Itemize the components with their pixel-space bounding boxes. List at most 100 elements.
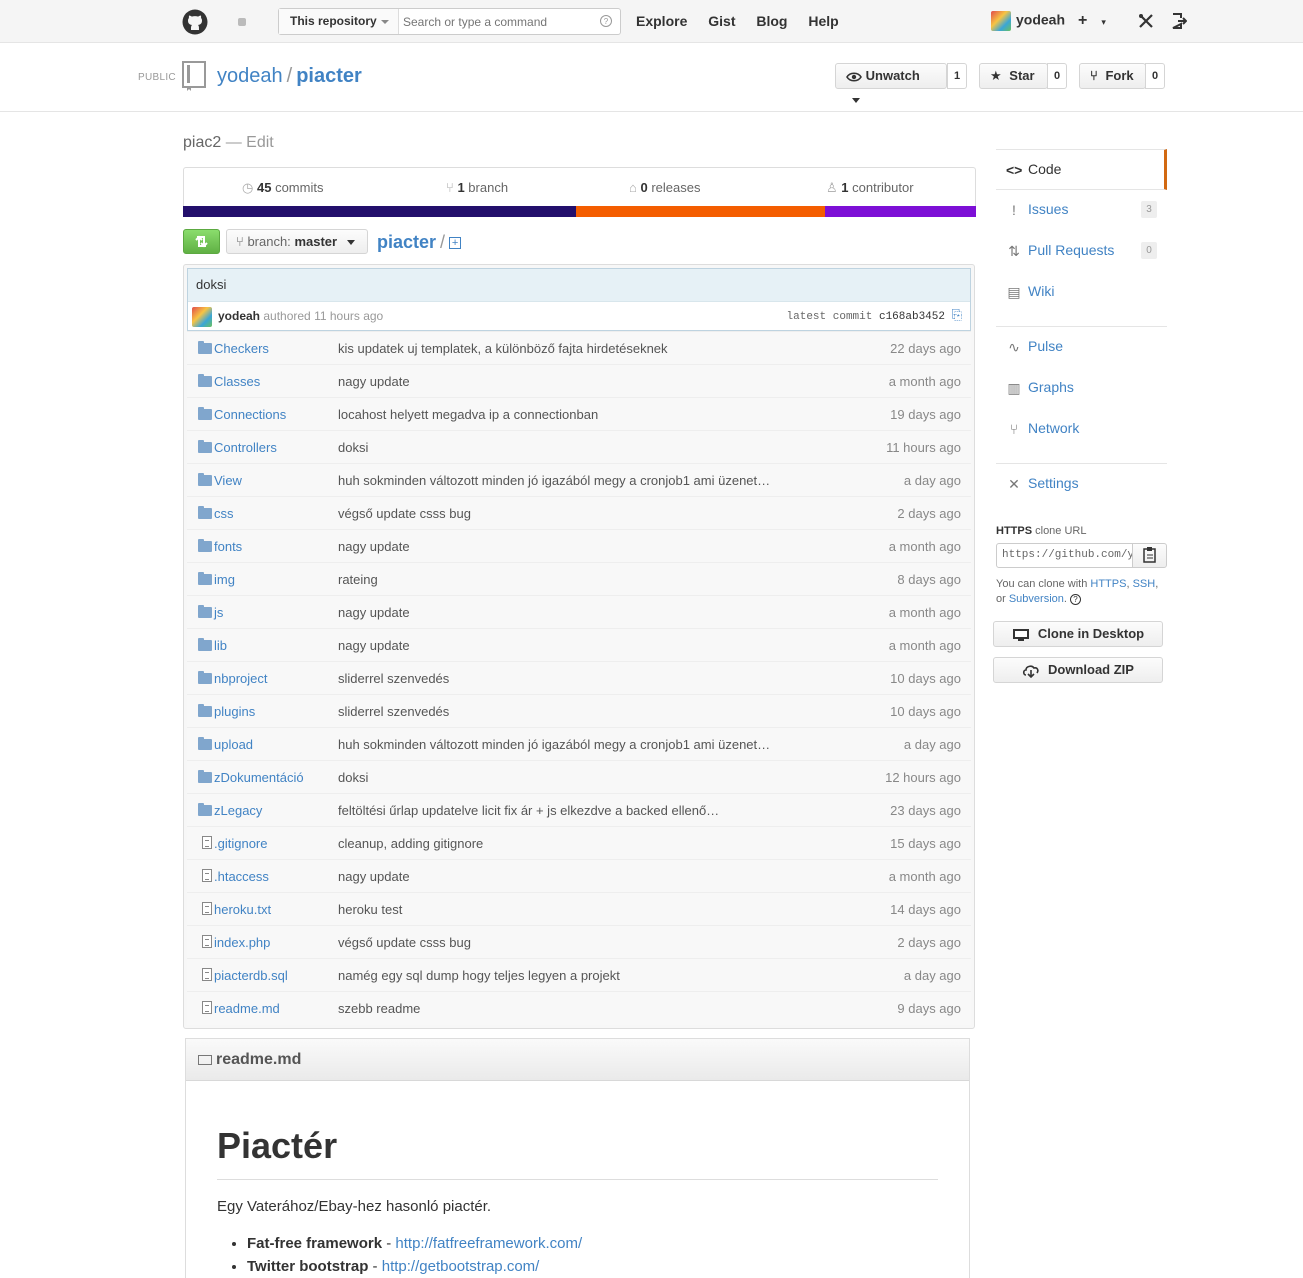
notification-icon[interactable] xyxy=(238,18,246,26)
file-commit-message[interactable]: huh sokminden változott minden jó igazáb… xyxy=(338,727,831,761)
clone-in-desktop-button[interactable]: Clone in Desktop xyxy=(993,621,1163,647)
file-name[interactable]: heroku.txt xyxy=(214,892,338,926)
file-commit-message[interactable]: sliderrel szenvedés xyxy=(338,661,831,695)
file-commit-message[interactable]: nagy update xyxy=(338,859,831,893)
file-commit-message[interactable]: nagy update xyxy=(338,595,831,629)
file-name[interactable]: Checkers xyxy=(214,331,338,365)
commit-message[interactable]: doksi xyxy=(188,269,970,301)
file-commit-message[interactable]: kis updatek uj templatek, a különböző fa… xyxy=(338,331,831,365)
star-button[interactable]: ★ Star xyxy=(979,63,1048,89)
network-icon: ⑂ xyxy=(1009,421,1019,437)
sidebar-item-code[interactable]: <> Code xyxy=(996,149,1167,190)
file-commit-message[interactable]: feltöltési űrlap updatelve licit fix ár … xyxy=(338,793,831,827)
sign-out-icon[interactable] xyxy=(1171,12,1187,29)
file-commit-message[interactable]: locahost helyett megadva ip a connection… xyxy=(338,397,831,431)
file-commit-message[interactable]: huh sokminden változott minden jó igazáb… xyxy=(338,463,831,497)
file-commit-message[interactable]: végső update csss bug xyxy=(338,496,831,530)
clone-https-link[interactable]: HTTPS xyxy=(1090,578,1126,590)
unwatch-button[interactable]: Unwatch xyxy=(835,63,947,104)
clone-url-field[interactable]: https://github.com/yodeah/piacter.git xyxy=(996,543,1133,568)
nav-help[interactable]: Help xyxy=(808,13,838,29)
file-name[interactable]: upload xyxy=(214,727,338,761)
file-name[interactable]: nbproject xyxy=(214,661,338,695)
sidebar-item-settings[interactable]: ✕ Settings xyxy=(996,464,1167,505)
file-name[interactable]: piacterdb.sql xyxy=(214,958,338,992)
clipboard-icon[interactable]: ⎘ xyxy=(952,308,962,323)
sidebar-item-issues[interactable]: ! Issues 3 xyxy=(996,190,1167,231)
nav-gist[interactable]: Gist xyxy=(708,13,735,29)
new-file-icon[interactable]: + xyxy=(449,237,462,250)
watchers-count[interactable]: 1 xyxy=(947,63,968,89)
file-commit-message[interactable]: sliderrel szenvedés xyxy=(338,694,831,728)
file-commit-message[interactable]: nagy update xyxy=(338,364,831,398)
settings-tools-icon[interactable] xyxy=(1138,13,1154,29)
releases-summary[interactable]: ⌂ 0 releases xyxy=(629,180,700,195)
file-name[interactable]: css xyxy=(214,496,338,530)
search-help-icon[interactable]: ? xyxy=(600,15,612,27)
language-bar-segment[interactable] xyxy=(825,206,976,217)
file-name[interactable]: fonts xyxy=(214,529,338,563)
file-name[interactable]: plugins xyxy=(214,694,338,728)
file-commit-message[interactable]: doksi xyxy=(338,760,831,794)
commits-summary[interactable]: ◷ 45 commits xyxy=(242,180,323,196)
file-commit-message[interactable]: doksi xyxy=(338,430,831,464)
file-name[interactable]: Connections xyxy=(214,397,338,431)
file-name[interactable]: lib xyxy=(214,628,338,662)
fork-button[interactable]: ⑂ Fork xyxy=(1079,63,1146,89)
file-commit-message[interactable]: heroku test xyxy=(338,892,831,926)
language-bar[interactable] xyxy=(183,206,976,217)
file-name[interactable]: Controllers xyxy=(214,430,338,464)
repo-name-link[interactable]: piacter xyxy=(296,65,362,87)
stargazers-count[interactable]: 0 xyxy=(1047,63,1068,89)
sidebar-item-pulse[interactable]: ∿ Pulse xyxy=(996,327,1167,368)
commit-author[interactable]: yodeah xyxy=(218,309,260,323)
language-bar-segment[interactable] xyxy=(575,206,826,217)
file-name[interactable]: img xyxy=(214,562,338,596)
sidebar-item-graphs[interactable]: ▥ Graphs xyxy=(996,368,1167,409)
clone-ssh-link[interactable]: SSH xyxy=(1133,578,1156,590)
breadcrumb-root[interactable]: piacter xyxy=(377,232,436,252)
edit-description-link[interactable]: — Edit xyxy=(221,134,274,151)
file-name[interactable]: zDokumentáció xyxy=(214,760,338,794)
create-new-icon[interactable]: + ▾ xyxy=(1078,12,1120,29)
file-commit-message[interactable]: namég egy sql dump hogy teljes legyen a … xyxy=(338,958,831,992)
file-name[interactable]: js xyxy=(214,595,338,629)
file-name[interactable]: View xyxy=(214,463,338,497)
file-commit-message[interactable]: végső update csss bug xyxy=(338,925,831,959)
search-input[interactable] xyxy=(401,11,596,32)
file-commit-message[interactable]: nagy update xyxy=(338,529,831,563)
nav-explore[interactable]: Explore xyxy=(636,13,687,29)
user-menu[interactable]: yodeah xyxy=(991,11,1065,31)
repo-owner-link[interactable]: yodeah xyxy=(217,65,283,87)
list-item-link[interactable]: http://getbootstrap.com/ xyxy=(382,1258,540,1275)
copy-clone-url-button[interactable] xyxy=(1132,543,1167,568)
list-item-title: Twitter bootstrap xyxy=(247,1258,369,1275)
list-item-link[interactable]: http://fatfreeframework.com/ xyxy=(395,1235,582,1252)
file-commit-message[interactable]: szebb readme xyxy=(338,991,831,1025)
file-commit-message[interactable]: cleanup, adding gitignore xyxy=(338,826,831,860)
file-name[interactable]: zLegacy xyxy=(214,793,338,827)
language-bar-segment[interactable] xyxy=(183,206,576,217)
branches-summary[interactable]: ⑂ 1 branch xyxy=(446,180,508,195)
github-logo-icon[interactable] xyxy=(182,9,208,35)
file-name[interactable]: index.php xyxy=(214,925,338,959)
file-name[interactable]: Classes xyxy=(214,364,338,398)
file-name[interactable]: .gitignore xyxy=(214,826,338,860)
forks-count[interactable]: 0 xyxy=(1145,63,1166,89)
nav-blog[interactable]: Blog xyxy=(756,13,787,29)
help-icon[interactable]: ? xyxy=(1070,594,1082,605)
commit-sha[interactable]: c168ab3452 xyxy=(879,311,945,323)
contributors-summary[interactable]: ♙ 1 contributor xyxy=(826,180,914,196)
sidebar-item-network[interactable]: ⑂ Network xyxy=(996,409,1167,450)
branch-selector[interactable]: ⑂ branch: master xyxy=(226,229,368,254)
sidebar-item-pull-requests[interactable]: ⇅ Pull Requests 0 xyxy=(996,231,1167,272)
file-commit-message[interactable]: nagy update xyxy=(338,628,831,662)
search-scope-dropdown[interactable]: This repository xyxy=(279,9,399,34)
file-commit-message[interactable]: rateing xyxy=(338,562,831,596)
compare-button[interactable] xyxy=(183,229,220,254)
file-name[interactable]: readme.md xyxy=(214,991,338,1025)
clone-subversion-link[interactable]: Subversion xyxy=(1009,593,1064,605)
file-name[interactable]: .htaccess xyxy=(214,859,338,893)
sidebar-item-wiki[interactable]: ▤ Wiki xyxy=(996,272,1167,313)
download-zip-button[interactable]: Download ZIP xyxy=(993,657,1163,683)
